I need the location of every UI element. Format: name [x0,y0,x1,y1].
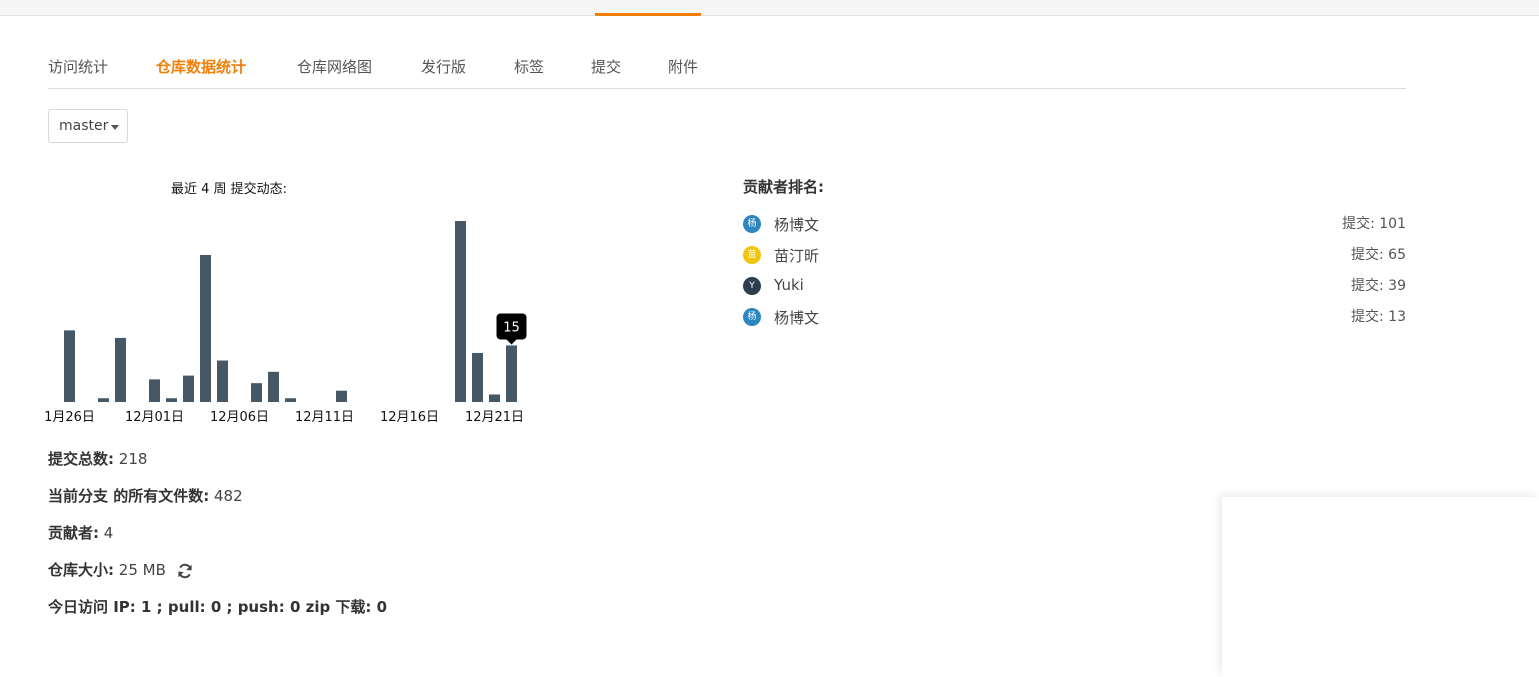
chart-bar[interactable] [98,398,109,402]
active-tab-indicator [595,13,701,16]
chart-bar[interactable] [183,375,194,402]
chart-bar[interactable] [251,383,262,402]
contributor-commit-count: 提交: 65 [1351,247,1406,263]
chart-bar[interactable] [115,337,126,402]
repo-size-value: 25 MB [118,561,166,579]
chart-title: 最近 4 周 提交动态: [170,182,288,197]
chart-bar[interactable] [506,345,517,402]
x-tick-label: 12月16日 [380,410,439,425]
contributor-name[interactable]: 苗汀昕 [774,245,819,266]
total-commits-row: 提交总数: 218 [48,448,147,469]
contributors-count-value: 4 [103,524,114,542]
contributor-row: 杨 杨博文 提交: 101 [743,213,1406,235]
tooltip-value: 15 [503,320,520,335]
file-count-label: 当前分支 的所有文件数: [48,487,210,505]
contributors-count-row: 贡献者: 4 [48,522,113,543]
chart-bar[interactable] [336,390,347,402]
contributor-commit-count: 提交: 39 [1351,278,1406,294]
contributor-commit-count: 提交: 101 [1342,216,1406,232]
chart-bar[interactable] [200,254,211,402]
tab-repo-data-stats[interactable]: 仓库数据统计 [156,56,246,77]
contributors-count-label: 贡献者: [48,524,99,542]
chart-bar[interactable] [64,330,75,402]
chart-bar[interactable] [285,398,296,402]
chart-bar[interactable] [455,221,466,402]
tab-commits[interactable]: 提交 [591,56,621,77]
x-tick-label: 12月11日 [295,410,354,425]
tab-releases[interactable]: 发行版 [421,56,466,77]
total-commits-label: 提交总数: [48,450,114,468]
tab-attachments[interactable]: 附件 [668,56,698,77]
stats-tabs: 访问统计 仓库数据统计 仓库网络图 发行版 标签 提交 附件 [48,48,1406,89]
branch-select-button[interactable]: master [48,109,128,143]
chart-bar[interactable] [489,394,500,402]
bar-tooltip: 15 [496,313,527,345]
chart-bar[interactable] [149,379,160,402]
contributor-commit-count: 提交: 13 [1351,309,1406,325]
today-visits-row: 今日访问 IP: 1 ; pull: 0 ; push: 0 zip 下载: 0 [48,596,387,617]
contributor-name[interactable]: 杨博文 [774,307,819,328]
repo-size-row: 仓库大小: 25 MB [48,559,193,580]
chart-bar[interactable] [472,352,483,402]
contributor-name[interactable]: Yuki [774,276,804,294]
branch-label: master [59,118,109,134]
avatar: 杨 [743,215,761,233]
top-navigation-bar [0,0,1539,16]
file-count-value: 482 [214,487,243,505]
tab-tags[interactable]: 标签 [514,56,544,77]
contributor-ranking-title: 贡献者排名: [743,178,824,196]
chart-bar[interactable] [166,398,177,402]
contributor-row: Y Yuki 提交: 39 [743,275,1406,297]
chart-bar[interactable] [217,360,228,402]
chart-bar[interactable] [268,371,279,402]
contributor-name[interactable]: 杨博文 [774,214,819,235]
commit-activity-chart: 1月26日 12月01日 12月06日 12月11日 12月16日 12月21日 15 [44,221,527,425]
avatar: Y [743,277,761,295]
tab-repo-network[interactable]: 仓库网络图 [297,56,372,77]
x-tick-label: 1月26日 [44,410,95,425]
contributor-row: 苗 苗汀昕 提交: 65 [743,244,1406,266]
x-tick-label: 12月01日 [125,410,184,425]
refresh-icon[interactable] [177,563,193,579]
tab-visit-stats[interactable]: 访问统计 [48,56,108,77]
x-tick-label: 12月06日 [210,410,269,425]
total-commits-value: 218 [118,450,148,468]
caret-down-icon [111,125,119,130]
x-tick-label: 12月21日 [465,410,524,425]
file-count-row: 当前分支 的所有文件数: 482 [48,485,243,506]
today-visits-text: 今日访问 IP: 1 ; pull: 0 ; push: 0 zip 下载: 0 [48,598,388,616]
avatar: 苗 [743,246,761,264]
repo-size-label: 仓库大小: [48,561,114,579]
floating-panel [1222,497,1539,677]
avatar: 杨 [743,308,761,326]
contributor-row: 杨 杨博文 提交: 13 [743,306,1406,328]
